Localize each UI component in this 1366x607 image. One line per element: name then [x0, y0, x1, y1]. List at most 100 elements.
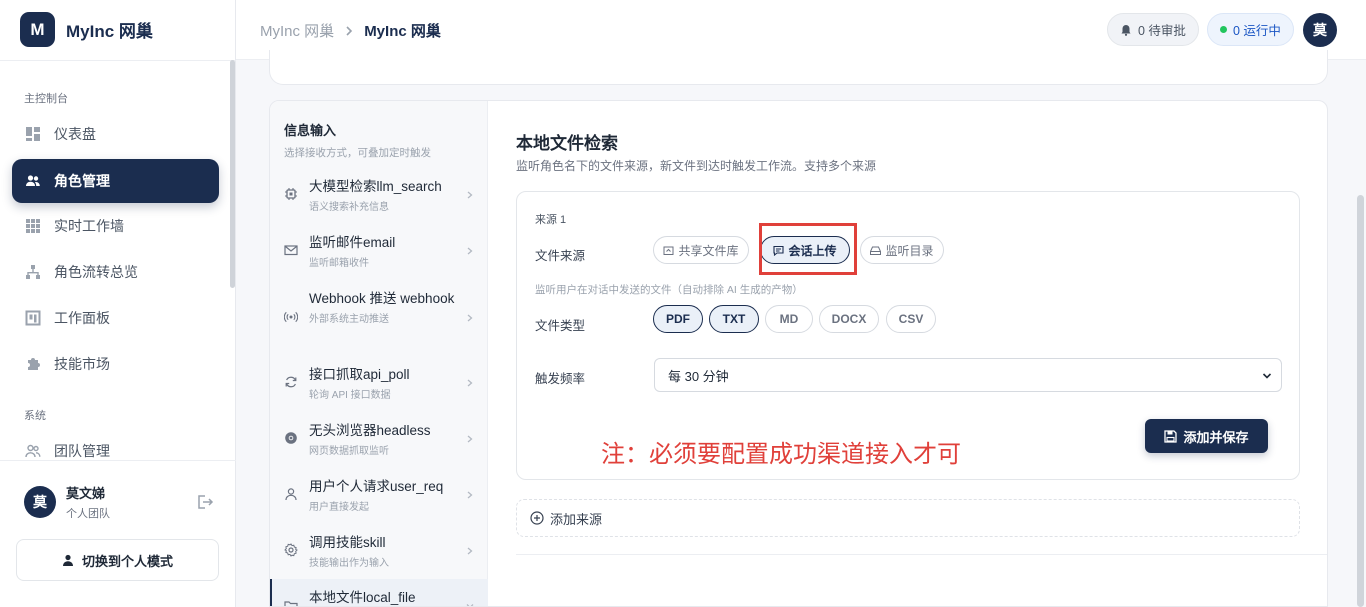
chevron-right-icon: [466, 379, 474, 387]
sidebar-section-system: 系统: [24, 410, 46, 422]
chevron-down-icon: [1262, 371, 1272, 381]
configuration-note: 注：必须要配置成功渠道接入才可: [601, 440, 961, 468]
source-item-desc: 用户直接发起: [309, 502, 369, 513]
logout-icon[interactable]: [196, 493, 214, 511]
source-card: 来源 1 文件来源 共享文件库 会话上传 监听目录 监听用户在对话中发送的文件（…: [516, 191, 1300, 480]
file-source-label: 文件来源: [535, 249, 586, 263]
source-item-desc: 监听邮箱收件: [309, 258, 369, 269]
sidebar-item-team[interactable]: 团队管理: [12, 429, 219, 473]
chevron-down-icon: [466, 602, 474, 606]
save-icon: [1164, 429, 1178, 443]
user-profile[interactable]: 莫 莫文娣 个人团队: [24, 483, 214, 521]
sidebar-item-label: 角色流转总览: [54, 264, 138, 280]
source-item-headless[interactable]: 无头浏览器headless 网页数据抓取监听: [270, 421, 488, 465]
add-source-label: 添加来源: [550, 511, 603, 527]
bell-icon: [1120, 24, 1132, 36]
users-icon: [25, 173, 41, 189]
source-item-desc: 语义搜索补充信息: [309, 202, 389, 213]
dashboard-icon: [25, 126, 41, 142]
broadcast-icon: [284, 310, 298, 324]
highlight-annotation-box: [759, 223, 857, 275]
brand[interactable]: M MyInc 网巢: [20, 12, 153, 47]
source-item-llm-search[interactable]: 大模型检索llm_search 语义搜索补充信息: [270, 177, 488, 221]
source-item-webhook[interactable]: Webhook 推送 webhook 外部系统主动推送: [270, 289, 488, 353]
chevron-right-icon: [466, 314, 474, 322]
source-type-list: 信息输入 选择接收方式，可叠加定时触发 大模型检索llm_search 语义搜索…: [270, 101, 488, 606]
source-item-name: Webhook 推送 webhook: [309, 291, 455, 306]
sidebar-item-work-board[interactable]: 工作面板: [12, 296, 219, 340]
add-and-save-button[interactable]: 添加并保存: [1145, 419, 1268, 453]
folder-share-icon: [663, 245, 674, 256]
chip-label: PDF: [666, 312, 690, 326]
source-detail: 本地文件检索 监听角色名下的文件来源，新文件到达时触发工作流。支持多个来源 来源…: [516, 101, 1327, 606]
file-type-csv[interactable]: CSV: [886, 305, 936, 333]
user-text: 莫文娣 个人团队: [66, 483, 196, 521]
user-team: 个人团队: [66, 507, 110, 520]
source-item-skill[interactable]: 调用技能skill 技能输出作为输入: [270, 533, 488, 577]
sidebar-item-label: 角色管理: [54, 173, 110, 189]
source-list-header: 信息输入 选择接收方式，可叠加定时触发: [284, 120, 431, 160]
running-label: 0 运行中: [1233, 24, 1281, 38]
folder-icon: [284, 599, 298, 606]
sidebar-section-main: 主控制台: [24, 93, 68, 105]
file-type-label: 文件类型: [535, 319, 586, 333]
sidebar-divider: [0, 460, 236, 461]
refresh-icon: [284, 375, 298, 389]
running-status-badge[interactable]: 0 运行中: [1207, 13, 1294, 46]
sidebar-item-skill-market[interactable]: 技能市场: [12, 342, 219, 386]
switch-mode-label: 切换到个人模式: [81, 553, 173, 569]
sidebar-item-label: 工作面板: [54, 310, 110, 326]
source-item-local-file[interactable]: 本地文件local_file: [270, 579, 488, 606]
brand-logo: M: [20, 12, 55, 47]
file-source-shared-library[interactable]: 共享文件库: [653, 236, 749, 264]
switch-mode-button[interactable]: 切换到个人模式: [16, 539, 219, 581]
source-item-user-req[interactable]: 用户个人请求user_req 用户直接发起: [270, 477, 488, 521]
chip-label: TXT: [722, 312, 746, 326]
avatar[interactable]: 莫: [1303, 13, 1337, 47]
source-item-text: 无头浏览器headless 网页数据抓取监听: [309, 421, 465, 457]
source-item-name: 接口抓取api_poll: [309, 367, 410, 382]
sidebar-item-roles[interactable]: 角色管理: [12, 159, 219, 203]
breadcrumb-parent[interactable]: MyInc 网巢: [260, 20, 334, 41]
file-source-watch-directory[interactable]: 监听目录: [860, 236, 944, 264]
frequency-value: 每 30 分钟: [668, 368, 729, 384]
input-config-panel: 信息输入 选择接收方式，可叠加定时触发 大模型检索llm_search 语义搜索…: [269, 100, 1328, 607]
add-source-button[interactable]: 添加来源: [516, 499, 1300, 537]
section-divider: [516, 554, 1327, 555]
breadcrumb: MyInc 网巢 MyInc 网巢: [260, 20, 441, 41]
team-icon: [25, 443, 41, 459]
browser-icon: [284, 431, 298, 445]
chevron-right-icon: [344, 25, 354, 36]
source-item-desc: 网页数据抓取监听: [309, 446, 389, 457]
avatar: 莫: [24, 485, 56, 518]
frequency-label: 触发频率: [535, 372, 586, 386]
file-type-pdf[interactable]: PDF: [653, 305, 703, 333]
file-type-docx[interactable]: DOCX: [819, 305, 879, 333]
source-item-text: 大模型检索llm_search 语义搜索补充信息: [309, 177, 465, 213]
frequency-select[interactable]: 每 30 分钟: [654, 358, 1282, 392]
file-type-md[interactable]: MD: [765, 305, 813, 333]
chip-label: 监听目录: [885, 243, 934, 258]
source-item-text: 接口抓取api_poll 轮询 API 接口数据: [309, 365, 465, 401]
source-item-desc: 轮询 API 接口数据: [309, 390, 391, 401]
sidebar-item-role-flow[interactable]: 角色流转总览: [12, 250, 219, 294]
chevron-right-icon: [466, 191, 474, 199]
sidebar-item-live-wall[interactable]: 实时工作墙: [12, 204, 219, 248]
chevron-right-icon: [466, 247, 474, 255]
gear-icon: [284, 543, 298, 557]
sidebar-item-dashboard[interactable]: 仪表盘: [12, 112, 219, 156]
user-icon: [284, 487, 298, 501]
pending-label: 0 待审批: [1138, 24, 1186, 38]
page-scrollbar[interactable]: [1357, 195, 1364, 607]
source-item-email[interactable]: 监听邮件email 监听邮箱收件: [270, 233, 488, 277]
page-subtitle: 监听角色名下的文件来源，新文件到达时触发工作流。支持多个来源: [516, 159, 877, 173]
source-list-title: 信息输入: [284, 123, 337, 138]
mail-icon: [284, 243, 298, 257]
source-item-api-poll[interactable]: 接口抓取api_poll 轮询 API 接口数据: [270, 365, 488, 409]
file-type-txt[interactable]: TXT: [709, 305, 759, 333]
sidebar-scrollbar[interactable]: [230, 60, 235, 288]
user-name: 莫文娣: [66, 485, 106, 501]
source-item-text: 用户个人请求user_req 用户直接发起: [309, 477, 465, 513]
pending-approvals-badge[interactable]: 0 待审批: [1107, 13, 1199, 46]
chevron-right-icon: [466, 435, 474, 443]
